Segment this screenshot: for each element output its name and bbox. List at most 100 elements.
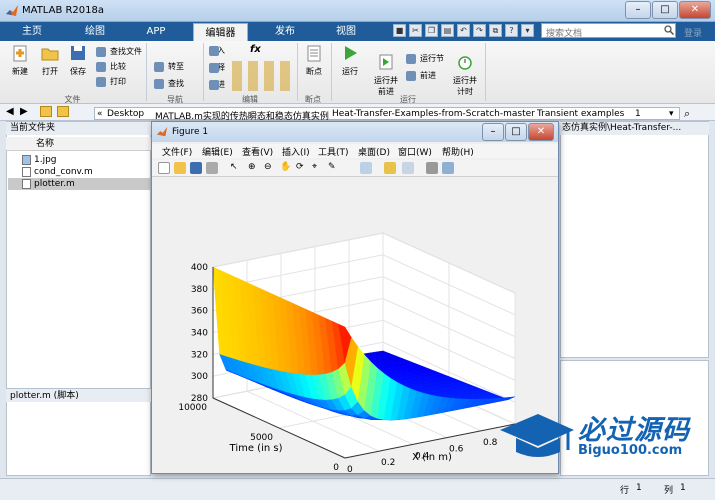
menu-view[interactable]: 查看(V) — [242, 145, 273, 158]
maximize-button[interactable]: □ — [652, 1, 678, 19]
data-cursor-icon[interactable]: ⌖ — [312, 162, 324, 174]
path-dropdown-icon[interactable]: ▾ — [669, 109, 674, 119]
name-column-header[interactable]: 名称 — [6, 137, 151, 151]
m-file-icon — [22, 167, 31, 177]
save-icon[interactable] — [190, 162, 202, 174]
forward-icon[interactable]: ▶ — [20, 106, 28, 117]
pan-icon[interactable]: ✋ — [280, 162, 292, 174]
pointer-icon[interactable]: ↖ — [230, 162, 242, 174]
hide-plot-tools-icon[interactable] — [426, 162, 438, 174]
undo-icon[interactable]: ↶ — [457, 24, 470, 37]
file-item-selected[interactable]: plotter.m — [8, 178, 150, 190]
paste-icon[interactable]: ▤ — [441, 24, 454, 37]
menu-desktop[interactable]: 桌面(D) — [358, 145, 390, 158]
show-plot-tools-icon[interactable] — [442, 162, 454, 174]
menu-edit[interactable]: 编辑(E) — [202, 145, 233, 158]
indent-button[interactable]: 缩进 — [209, 79, 225, 91]
tab-plots[interactable]: 绘图 — [70, 22, 120, 41]
search-folder-icon[interactable]: ⌕ — [684, 107, 690, 121]
address-path-field[interactable]: « Desktop MATLAB.m实现的传热瞬态和稳态仿真实例 Heat-Tr… — [94, 107, 680, 122]
print-icon[interactable] — [206, 162, 218, 174]
insert-button[interactable]: 插入 — [209, 45, 225, 57]
advance-button[interactable]: 前进 — [406, 70, 436, 82]
browse-folder-icon[interactable] — [57, 106, 69, 117]
brush-icon[interactable]: ✎ — [328, 162, 340, 174]
format-icons[interactable] — [232, 61, 292, 91]
compare-button[interactable]: 比较 — [96, 61, 126, 73]
z-tick-label: 300 — [191, 372, 208, 382]
minimize-button[interactable]: – — [625, 1, 651, 19]
open-icon[interactable] — [174, 162, 186, 174]
figure-title-bar: Figure 1 – □ ✕ — [152, 122, 558, 142]
x-tick-label: 0.8 — [483, 438, 498, 448]
fx-button[interactable]: fx — [250, 44, 261, 55]
menu-help[interactable]: 帮助(H) — [442, 145, 474, 158]
figure-minimize-button[interactable]: – — [482, 123, 504, 141]
help-icon[interactable]: ? — [505, 24, 518, 37]
run-section-button[interactable]: 运行节 — [406, 53, 444, 65]
new-figure-icon[interactable] — [158, 162, 170, 174]
figure-close-button[interactable]: ✕ — [528, 123, 554, 141]
dropdown-icon[interactable]: ▾ — [521, 24, 534, 37]
tab-view[interactable]: 视图 — [323, 22, 369, 41]
tab-apps[interactable]: APP — [134, 22, 178, 41]
breadcrumb-repo[interactable]: Heat-Transfer-Examples-from-Scratch-mast… — [332, 109, 535, 119]
legend-icon[interactable] — [402, 162, 414, 174]
goto-button[interactable]: 转至 — [154, 61, 184, 73]
menu-file[interactable]: 文件(F) — [162, 145, 192, 158]
tab-editor[interactable]: 编辑器 — [193, 23, 248, 41]
menu-insert[interactable]: 插入(I) — [282, 145, 310, 158]
breadcrumb-transient[interactable]: Transient examples — [537, 109, 624, 119]
colorbar-icon[interactable] — [384, 162, 396, 174]
search-icon[interactable] — [664, 25, 674, 35]
link-plot-icon[interactable] — [360, 162, 372, 174]
tab-publish[interactable]: 发布 — [262, 22, 308, 41]
watermark-text: 必过源码 — [578, 415, 690, 446]
zoom-out-icon[interactable]: ⊖ — [264, 162, 276, 174]
watermark-logo-icon — [500, 414, 574, 457]
breadcrumb-folder-1[interactable]: 1 — [635, 109, 641, 119]
breadcrumb-desktop[interactable]: Desktop — [107, 109, 144, 119]
folder-icon — [41, 48, 59, 61]
menu-tools[interactable]: 工具(T) — [318, 145, 349, 158]
file-item[interactable]: 1.jpg — [8, 154, 150, 166]
time-tick-label: 10000 — [178, 403, 207, 413]
cut-icon[interactable]: ✂ — [409, 24, 422, 37]
editor-tab-title[interactable]: 态仿真实例\Heat-Transfer-... — [560, 122, 709, 135]
close-button[interactable]: ✕ — [679, 1, 711, 19]
back-icon[interactable]: ◀ — [6, 106, 14, 117]
breadcrumb-prefix: « — [97, 109, 103, 119]
find-button[interactable]: 查找 — [154, 78, 184, 90]
breakpoints-button[interactable]: 断点 — [300, 44, 328, 77]
file-item[interactable]: cond_conv.m — [8, 166, 150, 178]
rotate-icon[interactable]: ⟳ — [296, 162, 308, 174]
tab-home[interactable]: 主页 — [12, 22, 52, 41]
watermark-url: Biguo100.com — [578, 443, 683, 458]
new-button[interactable]: 新建 — [6, 44, 34, 77]
figure-maximize-button[interactable]: □ — [505, 123, 527, 141]
save-button[interactable]: 保存 — [64, 44, 92, 77]
copy-icon[interactable]: ❐ — [425, 24, 438, 37]
menu-window[interactable]: 窗口(W) — [398, 145, 432, 158]
run-button[interactable]: 运行 — [336, 44, 364, 77]
find-files-button[interactable]: 查找文件 — [96, 46, 142, 58]
x-axis-label: X (in m) — [412, 452, 452, 463]
save-icon[interactable]: ■ — [393, 24, 406, 37]
search-input[interactable]: 搜索文档 — [541, 23, 676, 39]
file-details: plotter.m (脚本) — [6, 388, 151, 402]
figure-title: Figure 1 — [172, 127, 209, 137]
zoom-in-icon[interactable]: ⊕ — [248, 162, 260, 174]
print-button[interactable]: 打印 — [96, 76, 126, 88]
login-link[interactable]: 登录 — [684, 26, 702, 39]
redo-icon[interactable]: ↷ — [473, 24, 486, 37]
up-folder-icon[interactable] — [40, 106, 52, 117]
matlab-logo-icon — [156, 126, 168, 137]
time-tick-label: 0 — [333, 463, 339, 473]
time-axis-label: Time (in s) — [229, 443, 283, 454]
col-value: 1 — [680, 483, 686, 493]
open-button[interactable]: 打开 — [36, 44, 64, 77]
switch-windows-icon[interactable]: ⧉ — [489, 24, 502, 37]
divider — [203, 43, 204, 101]
comment-button[interactable]: 注释 — [209, 62, 225, 74]
divider — [331, 43, 332, 101]
